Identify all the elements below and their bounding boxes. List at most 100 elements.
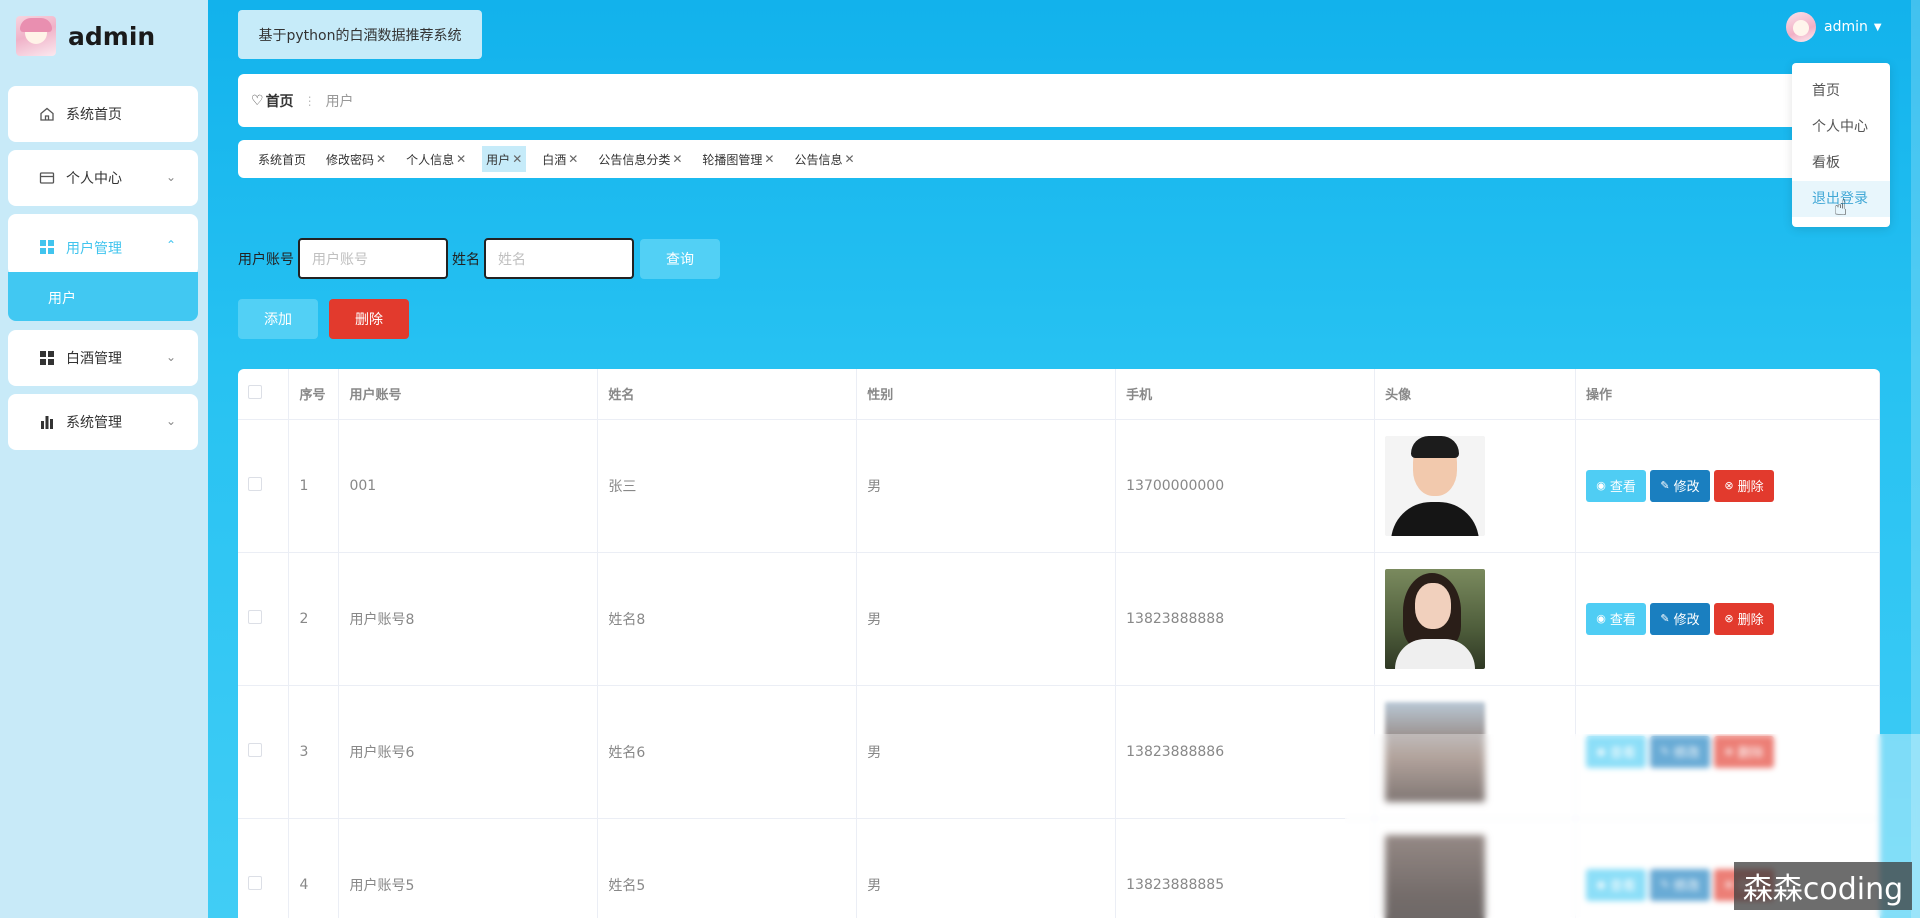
tag-label: 轮播图管理: [702, 152, 763, 167]
sidebar-item-user-management[interactable]: 用户管理 ⌃: [8, 214, 198, 276]
edit-button[interactable]: ✎ 修改: [1650, 868, 1711, 901]
cell-index: 2: [288, 552, 340, 686]
breadcrumb-home[interactable]: ♡ 首页: [251, 91, 294, 111]
name-input[interactable]: [484, 238, 634, 279]
close-icon[interactable]: ✕: [376, 152, 386, 166]
close-icon[interactable]: ✕: [568, 152, 578, 166]
dropdown-item-home[interactable]: 首页: [1792, 73, 1890, 109]
sidebar-item-label: 系统管理: [66, 415, 122, 431]
account-label: 用户账号: [238, 251, 294, 268]
tag-label: 白酒: [542, 152, 567, 167]
row-checkbox[interactable]: [248, 875, 262, 890]
chevron-down-icon: ⌄: [165, 350, 176, 364]
query-button[interactable]: 查询: [640, 238, 720, 279]
chevron-down-icon: ⌄: [165, 170, 176, 184]
watermark: 森森coding: [1734, 862, 1912, 910]
sidebar-item-label: 系统首页: [66, 107, 122, 123]
system-title: 基于python的白酒数据推荐系统: [238, 10, 482, 59]
sidebar-subitem-label: 用户: [48, 291, 76, 307]
cell-name: 张三: [597, 419, 858, 553]
cell-account: 用户账号8: [338, 552, 599, 686]
tag-label: 修改密码: [326, 152, 375, 167]
table-row: 4 用户账号5 姓名5 男 13823888885 ◉查看 ✎修改 ⊗删除: [238, 818, 1880, 918]
sidebar-item-system-management[interactable]: 系统管理 ⌄: [8, 394, 198, 450]
chevron-up-icon: ⌃: [165, 238, 176, 252]
row-checkbox[interactable]: [248, 742, 262, 757]
tag-personal-info[interactable]: 个人信息 ✕: [402, 146, 470, 172]
sidebar-item-label: 用户管理: [66, 241, 122, 257]
sidebar-item-label: 白酒管理: [66, 351, 122, 367]
edit-button[interactable]: ✎ 修改: [1650, 469, 1711, 502]
view-button[interactable]: ◉ 查看: [1586, 735, 1647, 768]
tag-change-password[interactable]: 修改密码 ✕: [322, 146, 390, 172]
tag-label: 个人信息: [406, 152, 455, 167]
tag-liquor[interactable]: 白酒 ✕: [538, 146, 582, 172]
column-header: 性别: [856, 369, 1117, 420]
avatar: [1385, 568, 1486, 669]
sidebar-subitem-user[interactable]: 用户: [8, 272, 198, 321]
tag-system-home[interactable]: 系统首页: [254, 146, 310, 172]
column-header: 序号: [288, 369, 340, 420]
bar-chart-icon: [38, 413, 56, 431]
tag-carousel[interactable]: 轮播图管理 ✕: [698, 146, 778, 172]
delete-button[interactable]: 删除: [329, 299, 409, 339]
grid-icon: [38, 349, 56, 367]
view-button[interactable]: ◉ 查看: [1586, 868, 1647, 901]
cell-phone: 13823888886: [1115, 685, 1376, 819]
add-button[interactable]: 添加: [238, 299, 318, 339]
delete-circle-icon: ⊗: [1724, 745, 1734, 758]
table-header-row: 序号 用户账号 姓名 性别 手机 头像 操作: [238, 369, 1880, 420]
row-checkbox[interactable]: [248, 609, 262, 624]
caret-down-icon: ▼: [1873, 21, 1882, 33]
close-icon[interactable]: ✕: [764, 152, 774, 166]
tag-label: 系统首页: [258, 152, 307, 167]
close-icon[interactable]: ✕: [845, 152, 855, 166]
cell-index: 3: [288, 685, 340, 819]
row-delete-button[interactable]: ⊗删除: [1714, 469, 1775, 502]
user-menu-trigger[interactable]: admin ▼: [1786, 12, 1882, 42]
sidebar-item-home[interactable]: 系统首页: [8, 86, 198, 142]
edit-button[interactable]: ✎ 修改: [1650, 602, 1711, 635]
sidebar-item-liquor-management[interactable]: 白酒管理 ⌄: [8, 330, 198, 386]
sidebar-item-personal-center[interactable]: 个人中心 ⌄: [8, 150, 198, 206]
eye-icon: ◉: [1596, 479, 1606, 492]
chevron-down-icon: ⌄: [165, 414, 176, 428]
cell-account: 用户账号6: [338, 685, 599, 819]
edit-button[interactable]: ✎ 修改: [1650, 735, 1711, 768]
brand: admin: [16, 16, 155, 56]
row-delete-button[interactable]: ⊗删除: [1714, 602, 1775, 635]
tag-notice[interactable]: 公告信息 ✕: [790, 146, 858, 172]
tag-notice-category[interactable]: 公告信息分类 ✕: [594, 146, 686, 172]
close-icon[interactable]: ✕: [512, 152, 522, 166]
avatar: [1786, 12, 1816, 42]
cell-gender: 男: [856, 685, 1117, 819]
tag-label: 公告信息: [794, 152, 843, 167]
tag-user[interactable]: 用户 ✕: [482, 146, 527, 172]
cell-phone: 13823888885: [1115, 818, 1376, 918]
dropdown-item-personal-center[interactable]: 个人中心: [1792, 109, 1890, 145]
heart-icon: ♡: [251, 92, 264, 109]
select-all-checkbox[interactable]: [248, 384, 262, 399]
cell-name: 姓名6: [597, 685, 858, 819]
scrollbar[interactable]: [1911, 0, 1920, 918]
cell-account: 用户账号5: [338, 818, 599, 918]
view-button[interactable]: ◉ 查看: [1586, 602, 1647, 635]
pencil-icon: ✎: [1660, 878, 1670, 891]
hand-cursor-icon: ☝: [1834, 196, 1848, 221]
close-icon[interactable]: ✕: [456, 152, 466, 166]
grid-icon: [38, 238, 56, 256]
dropdown-item-dashboard[interactable]: 看板: [1792, 145, 1890, 181]
table-row: 1 001 张三 男 13700000000 ◉ 查看 ✎ 修改 ⊗ 删除: [238, 419, 1880, 553]
view-button[interactable]: ◉ 查看: [1586, 469, 1647, 502]
row-delete-button[interactable]: ⊗删除: [1714, 735, 1775, 768]
column-header: 姓名: [597, 369, 858, 420]
brand-logo: [16, 16, 56, 56]
table-row: 2 用户账号8 姓名8 男 13823888888 ◉ 查看 ✎ 修改 ⊗ 删除: [238, 552, 1880, 686]
breadcrumb-current: 用户: [325, 93, 354, 110]
row-checkbox[interactable]: [248, 476, 262, 491]
pencil-icon: ✎: [1660, 745, 1670, 758]
eye-icon: ◉: [1596, 878, 1606, 891]
close-icon[interactable]: ✕: [672, 152, 682, 166]
cell-account: 001: [338, 419, 599, 553]
account-input[interactable]: [298, 238, 448, 279]
